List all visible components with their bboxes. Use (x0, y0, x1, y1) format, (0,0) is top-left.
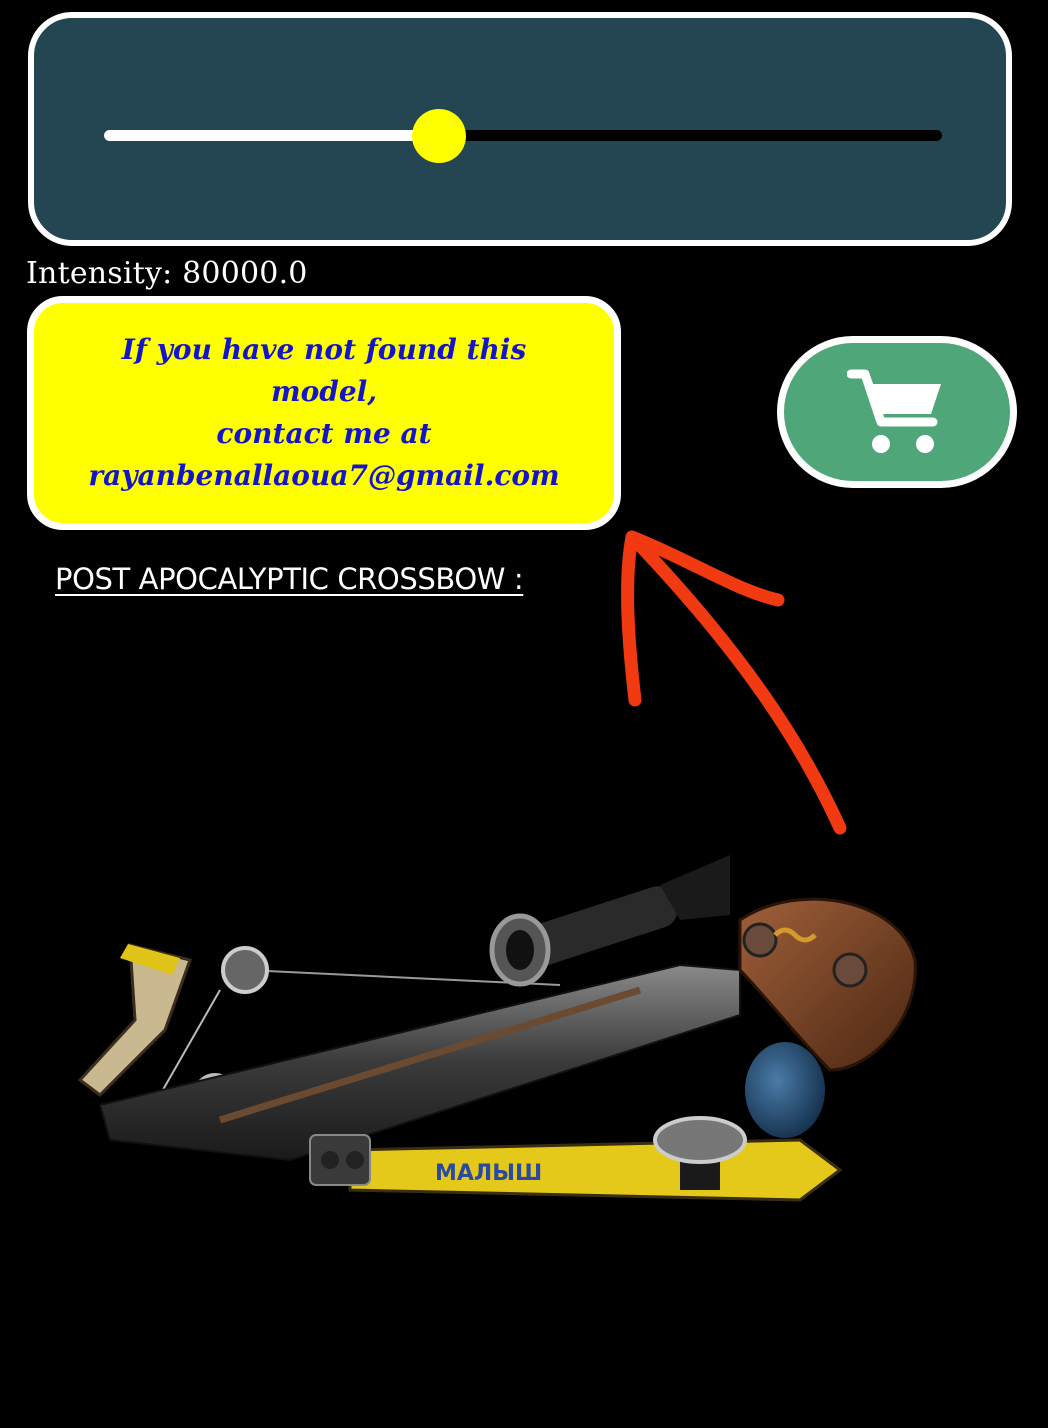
intensity-slider-panel (28, 12, 1012, 246)
intensity-slider-track[interactable] (104, 108, 942, 163)
intensity-slider-fill (104, 130, 440, 141)
crossbow-model-image[interactable]: МАЛЫШ (40, 840, 930, 1220)
stock-marking: МАЛЫШ (435, 1161, 542, 1186)
contact-info-text: If you have not found this model, contac… (88, 333, 560, 492)
model-title: POST APOCALYPTIC CROSSBOW : (55, 562, 524, 596)
intensity-slider-thumb[interactable] (412, 108, 467, 163)
shopping-cart-icon (847, 369, 941, 453)
contact-info-box: If you have not found this model, contac… (27, 296, 621, 530)
cart-button[interactable] (777, 336, 1017, 488)
intensity-label: Intensity: 80000.0 (26, 256, 308, 291)
